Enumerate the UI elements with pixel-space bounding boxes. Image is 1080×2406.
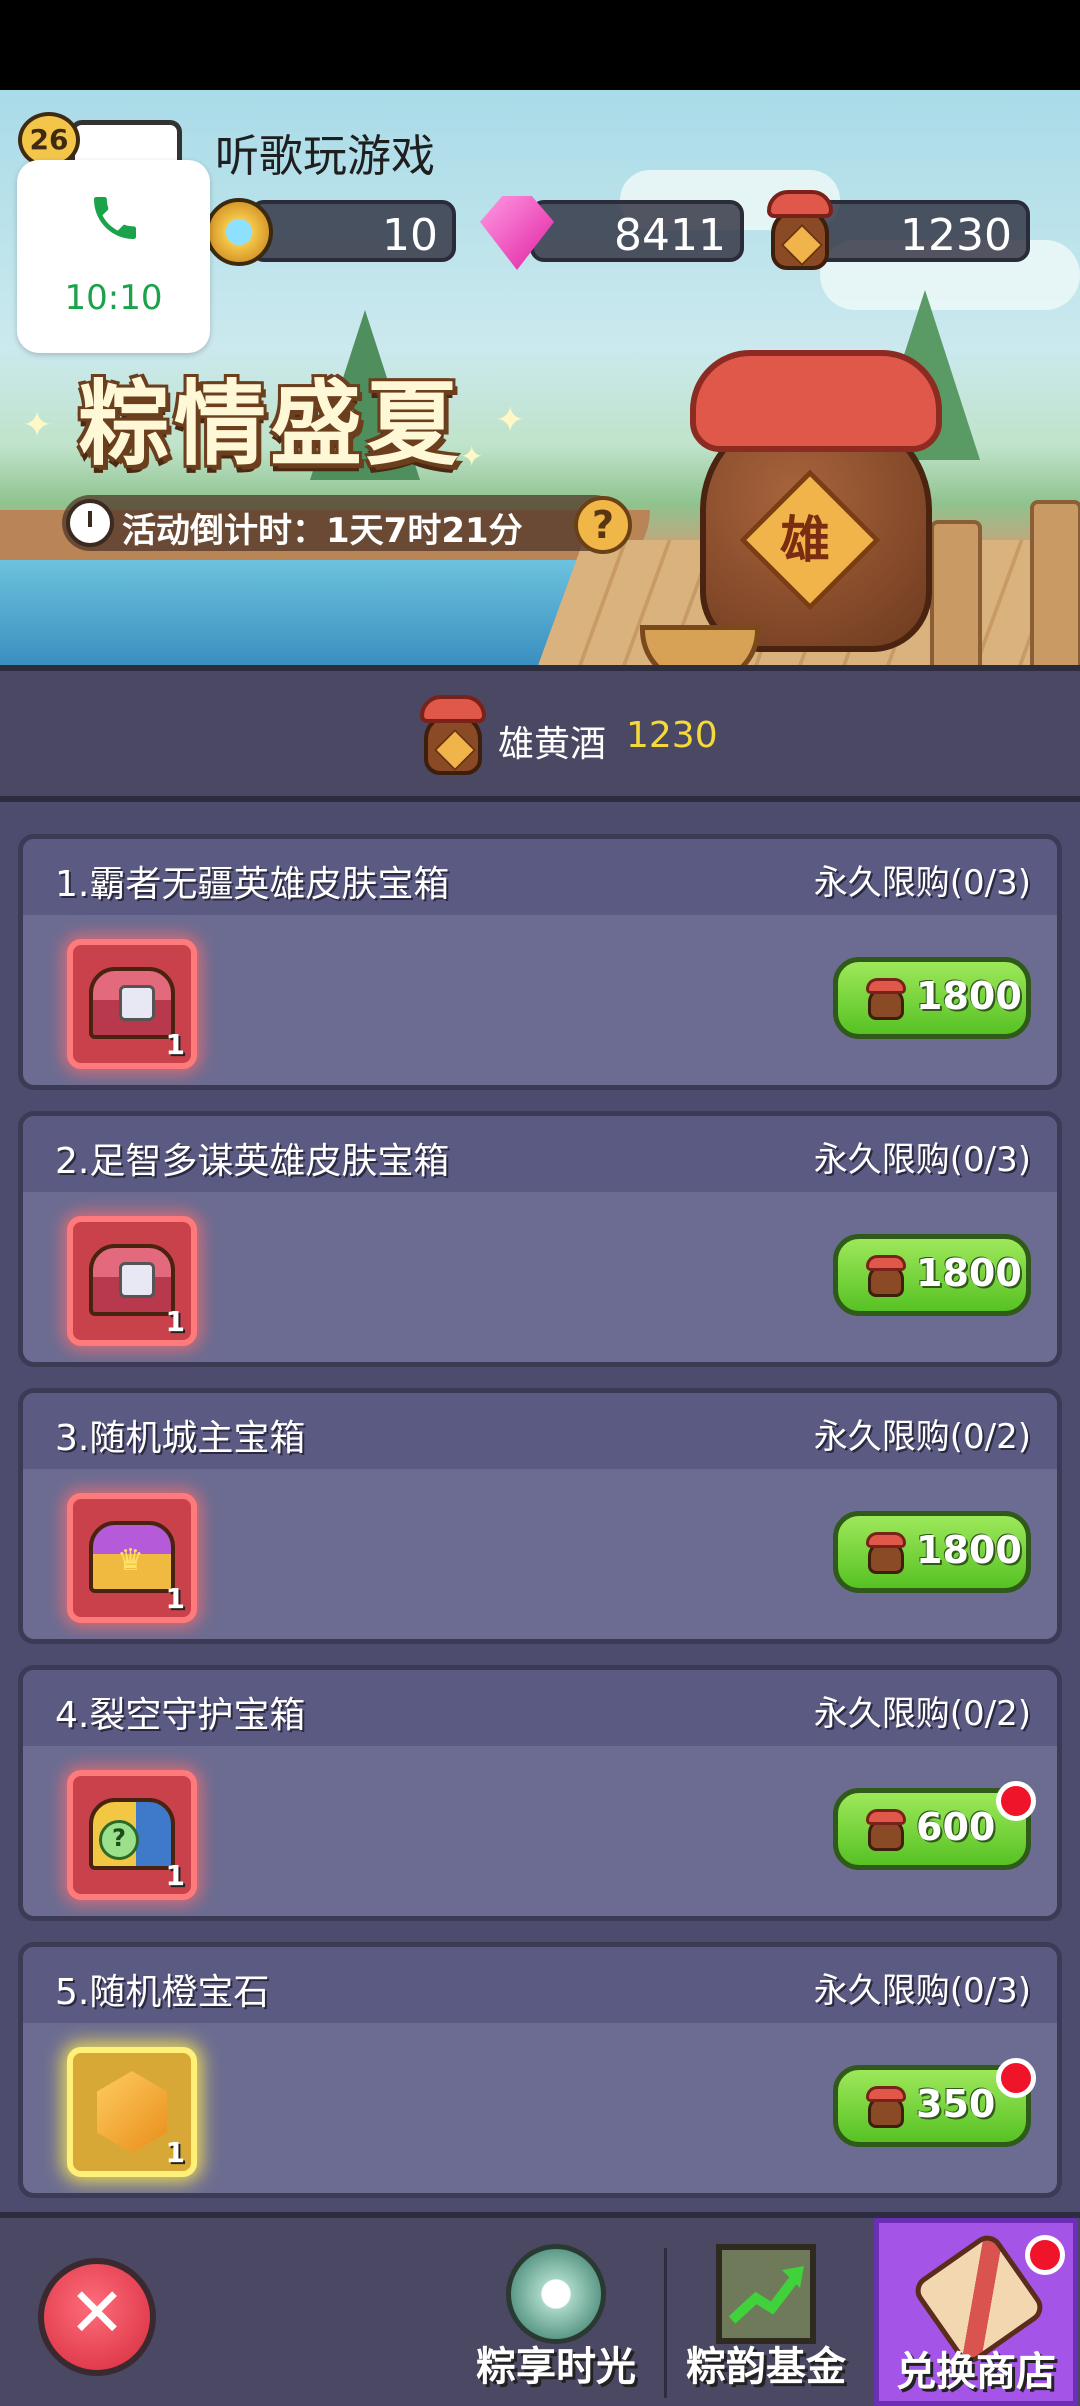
item-price: 350 xyxy=(916,2082,996,2126)
currency-amount: 1230 xyxy=(626,715,718,756)
buy-button[interactable]: 1800 xyxy=(833,1511,1031,1593)
wine-counter: 1230 xyxy=(810,200,1030,262)
shop-currency-header: 雄黄酒 1230 xyxy=(0,665,1080,802)
call-duration: 10:10 xyxy=(64,278,163,318)
tab-label: 粽韵基金 xyxy=(686,2344,846,2390)
item-name: 4.裂空守护宝箱 xyxy=(55,1695,306,1736)
trend-up-icon xyxy=(728,2266,804,2324)
purchase-limit: 永久限购(0/3) xyxy=(813,863,1031,903)
item-quantity: 1 xyxy=(165,2136,185,2169)
shop-item: 3.随机城主宝箱 永久限购(0/2) ♛ 1 1800 xyxy=(18,1388,1062,1644)
buy-button[interactable]: 1800 xyxy=(833,1234,1031,1316)
item-name: 5.随机橙宝石 xyxy=(55,1972,270,2013)
item-slot[interactable]: ? 1 xyxy=(67,1770,197,1900)
wine-jar-icon xyxy=(864,1253,908,1297)
sparkle-icon: ✦ xyxy=(495,400,526,441)
tab-zong-fund[interactable]: 粽韵基金 xyxy=(666,2218,866,2406)
shop-item: 5.随机橙宝石 永久限购(0/3) 1 350 xyxy=(18,1942,1062,2198)
purchase-limit: 永久限购(0/3) xyxy=(813,1140,1031,1180)
purchase-limit: 永久限购(0/2) xyxy=(813,1694,1031,1734)
disc-icon xyxy=(506,2244,606,2344)
item-price: 600 xyxy=(916,1805,996,1849)
shop-item: 2.足智多谋英雄皮肤宝箱 永久限购(0/3) 1 1800 xyxy=(18,1111,1062,1367)
buy-button[interactable]: 600 xyxy=(833,1781,1036,1870)
water xyxy=(0,560,600,665)
realgar-wine-jar-art: 雄 xyxy=(690,350,942,652)
chart-icon xyxy=(716,2244,816,2344)
item-price: 1800 xyxy=(916,974,1022,1018)
item-quantity: 1 xyxy=(165,1305,185,1338)
tab-label: 粽享时光 xyxy=(476,2344,636,2390)
gem-counter: 8411 xyxy=(530,200,744,262)
buy-button[interactable]: 350 xyxy=(833,2058,1036,2147)
event-countdown: 活动倒计时：1天7时21分 xyxy=(62,495,622,551)
sparkle-icon: ✦ xyxy=(22,405,53,446)
purchase-limit: 永久限购(0/2) xyxy=(813,1417,1031,1457)
coin-amount: 10 xyxy=(382,210,438,261)
status-bar xyxy=(0,0,1080,90)
coin-icon xyxy=(205,198,273,266)
phone-icon xyxy=(94,197,136,239)
item-quantity: 1 xyxy=(165,1859,185,1892)
lord-chest-icon: ♛ xyxy=(89,1521,175,1593)
tab-label: 兑换商店 xyxy=(896,2349,1056,2395)
gem-amount: 8411 xyxy=(614,210,726,261)
sparkle-icon: ✦ xyxy=(460,440,484,473)
dock-post xyxy=(930,520,982,665)
wine-jar-icon xyxy=(418,691,488,777)
wine-bowl xyxy=(640,625,760,665)
skin-chest-icon xyxy=(89,967,175,1039)
notification-dot xyxy=(1025,2235,1065,2275)
wine-jar-icon xyxy=(864,1530,908,1574)
clock-icon xyxy=(66,499,114,547)
orange-gem-icon xyxy=(97,2071,167,2153)
wine-jar-icon xyxy=(864,2084,908,2128)
help-button[interactable]: ? xyxy=(574,496,632,554)
item-name: 3.随机城主宝箱 xyxy=(55,1418,306,1459)
item-price: 1800 xyxy=(916,1251,1022,1295)
event-title: 粽情盛夏 xyxy=(78,371,463,478)
item-slot[interactable]: ♛ 1 xyxy=(67,1493,197,1623)
purchase-limit: 永久限购(0/3) xyxy=(813,1971,1031,2011)
bottom-navigation: ✕ 粽享时光 粽韵基金 兑换商店 xyxy=(0,2212,1080,2406)
item-quantity: 1 xyxy=(165,1582,185,1615)
item-name: 1.霸者无疆英雄皮肤宝箱 xyxy=(55,864,450,905)
coin-counter: 10 xyxy=(250,200,456,262)
skin-chest-icon xyxy=(89,1244,175,1316)
dock-post xyxy=(1030,500,1080,665)
currency-label: 雄黄酒 xyxy=(498,724,607,765)
player-name: 听歌玩游戏 xyxy=(215,131,435,182)
notification-dot xyxy=(996,1781,1036,1821)
wine-amount: 1230 xyxy=(900,210,1012,261)
wine-jar-icon xyxy=(864,976,908,1020)
call-notification[interactable]: 10:10 xyxy=(17,160,210,353)
exchange-item-list: 1.霸者无疆英雄皮肤宝箱 永久限购(0/3) 1 1800 2.足智多谋英雄皮肤… xyxy=(18,834,1062,2219)
close-button[interactable]: ✕ xyxy=(38,2258,156,2376)
item-name: 2.足智多谋英雄皮肤宝箱 xyxy=(55,1141,450,1182)
countdown-text: 活动倒计时：1天7时21分 xyxy=(122,511,523,551)
item-slot[interactable]: 1 xyxy=(67,939,197,1069)
buy-button[interactable]: 1800 xyxy=(833,957,1031,1039)
tab-exchange-shop[interactable]: 兑换商店 xyxy=(874,2218,1078,2406)
guardian-chest-icon: ? xyxy=(89,1798,175,1870)
item-price: 1800 xyxy=(916,1528,1022,1572)
shop-item: 4.裂空守护宝箱 永久限购(0/2) ? 1 600 xyxy=(18,1665,1062,1921)
notification-dot xyxy=(996,2058,1036,2098)
item-quantity: 1 xyxy=(165,1028,185,1061)
jar-character: 雄 xyxy=(780,511,830,569)
wine-jar-icon xyxy=(765,186,835,272)
shop-item: 1.霸者无疆英雄皮肤宝箱 永久限购(0/3) 1 1800 xyxy=(18,834,1062,1090)
item-slot[interactable]: 1 xyxy=(67,2047,197,2177)
wine-jar-icon xyxy=(864,1807,908,1851)
tab-zong-time[interactable]: 粽享时光 xyxy=(456,2218,656,2406)
item-slot[interactable]: 1 xyxy=(67,1216,197,1346)
